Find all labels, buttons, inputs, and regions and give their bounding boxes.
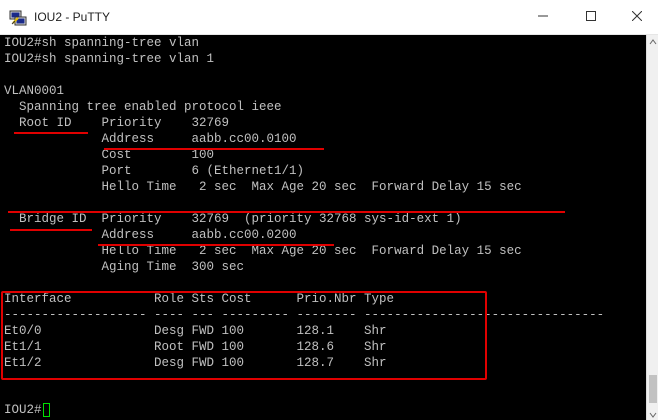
maximize-button[interactable] xyxy=(568,0,614,34)
terminal-line: Root ID Priority 32769 xyxy=(4,116,230,130)
root-id-underline xyxy=(14,132,88,134)
section-divider-line xyxy=(8,211,565,213)
minimize-icon xyxy=(538,8,548,26)
maximize-icon xyxy=(586,8,596,26)
window-title: IOU2 - PuTTY xyxy=(34,10,111,24)
terminal-line: Port 6 (Ethernet1/1) xyxy=(4,164,305,178)
vertical-scrollbar[interactable] xyxy=(646,35,658,420)
scroll-down-icon[interactable] xyxy=(647,408,658,420)
terminal-line: Bridge ID Priority 32769 (priority 32768… xyxy=(4,212,462,226)
scroll-up-icon[interactable] xyxy=(647,35,658,47)
interface-table-highlight xyxy=(1,291,487,380)
text-cursor xyxy=(42,403,50,417)
terminal-prompt: IOU2# xyxy=(4,403,42,417)
root-address-underline xyxy=(104,148,324,150)
putty-icon[interactable] xyxy=(9,9,27,27)
title-bar[interactable]: IOU2 - PuTTY xyxy=(0,0,658,35)
minimize-button[interactable] xyxy=(520,0,566,34)
terminal-line: VLAN0001 xyxy=(4,84,65,98)
terminal-line: Spanning tree enabled protocol ieee xyxy=(4,100,282,114)
terminal-area[interactable]: IOU2#sh spanning-tree vlan IOU2#sh spann… xyxy=(0,35,646,420)
close-icon xyxy=(631,8,643,26)
terminal-line: Aging Time 300 sec xyxy=(4,260,245,274)
close-button[interactable] xyxy=(614,0,658,34)
scrollbar-thumb[interactable] xyxy=(649,375,657,403)
terminal-line: IOU2#sh spanning-tree vlan xyxy=(4,36,200,50)
terminal-line: IOU2#sh spanning-tree vlan 1 xyxy=(4,52,215,66)
terminal-line: Hello Time 2 sec Max Age 20 sec Forward … xyxy=(4,180,522,194)
terminal-prompt-line[interactable]: IOU2# xyxy=(4,402,50,418)
bridge-id-underline xyxy=(10,229,92,231)
bridge-address-underline xyxy=(98,244,334,246)
